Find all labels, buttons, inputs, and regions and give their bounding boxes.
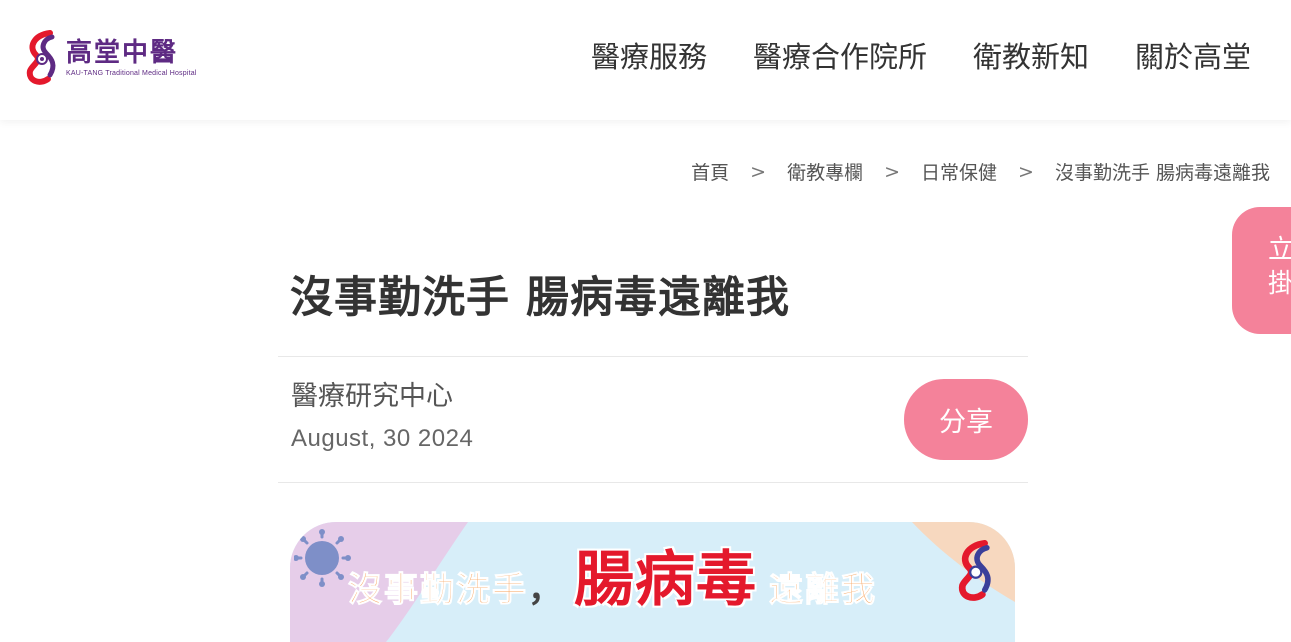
banner-text-part1: 沒事勤洗手 bbox=[348, 570, 528, 611]
floating-button-line1: 立 bbox=[1268, 235, 1291, 265]
divider bbox=[278, 356, 1028, 357]
banner-text-part2: 遠離我 bbox=[769, 570, 877, 611]
nav-item-medical-services[interactable]: 醫療服務 bbox=[591, 38, 707, 76]
article-title: 沒事勤洗手 腸病毒遠離我 bbox=[290, 273, 790, 323]
nav-item-about[interactable]: 關於高堂 bbox=[1135, 38, 1251, 76]
nav-item-health-education[interactable]: 衛教新知 bbox=[973, 38, 1089, 76]
breadcrumb-separator: > bbox=[750, 160, 767, 183]
floating-button-line2: 掛 bbox=[1268, 269, 1291, 299]
breadcrumb-current: 沒事勤洗手 腸病毒遠離我 bbox=[1054, 162, 1270, 184]
breadcrumb-separator: > bbox=[884, 160, 901, 183]
site-logo[interactable]: 高堂中醫 KAU-TANG Traditional Medical Hospit… bbox=[26, 28, 206, 86]
banner-text-separator: ， bbox=[528, 570, 562, 610]
article-date: August, 30 2024 bbox=[291, 425, 474, 452]
breadcrumb-health-column[interactable]: 衛教專欄 bbox=[787, 158, 863, 185]
floating-appointment-button[interactable]: 立 掛 bbox=[1232, 207, 1291, 334]
breadcrumb-home[interactable]: 首頁 bbox=[691, 158, 729, 185]
divider bbox=[278, 482, 1028, 483]
breadcrumb: 首頁 > 衛教專欄 > 日常保健 > 沒事勤洗手 腸病毒遠離我 bbox=[691, 158, 1270, 185]
logo-name-en: KAU-TANG Traditional Medical Hospital bbox=[66, 69, 197, 77]
site-header: 高堂中醫 KAU-TANG Traditional Medical Hospit… bbox=[0, 0, 1291, 120]
breadcrumb-separator: > bbox=[1018, 160, 1034, 183]
logo-mark-icon bbox=[958, 540, 991, 601]
article-banner-image: 沒事勤洗手 ， 腸病毒 遠離我 bbox=[290, 522, 1015, 642]
share-button[interactable]: 分享 bbox=[904, 379, 1028, 460]
main-nav: 醫療服務 醫療合作院所 衛教新知 關於高堂 bbox=[591, 38, 1251, 76]
banner-headline: 沒事勤洗手 ， 腸病毒 遠離我 bbox=[348, 548, 877, 612]
logo-mark-icon bbox=[26, 30, 56, 85]
logo-name-cn: 高堂中醫 bbox=[66, 37, 179, 68]
virus-icon bbox=[294, 529, 351, 587]
breadcrumb-daily-care[interactable]: 日常保健 bbox=[921, 158, 997, 185]
article-author: 醫療研究中心 bbox=[291, 381, 453, 412]
banner-text-main: 腸病毒 bbox=[574, 545, 757, 615]
nav-item-partner-clinics[interactable]: 醫療合作院所 bbox=[753, 38, 927, 76]
